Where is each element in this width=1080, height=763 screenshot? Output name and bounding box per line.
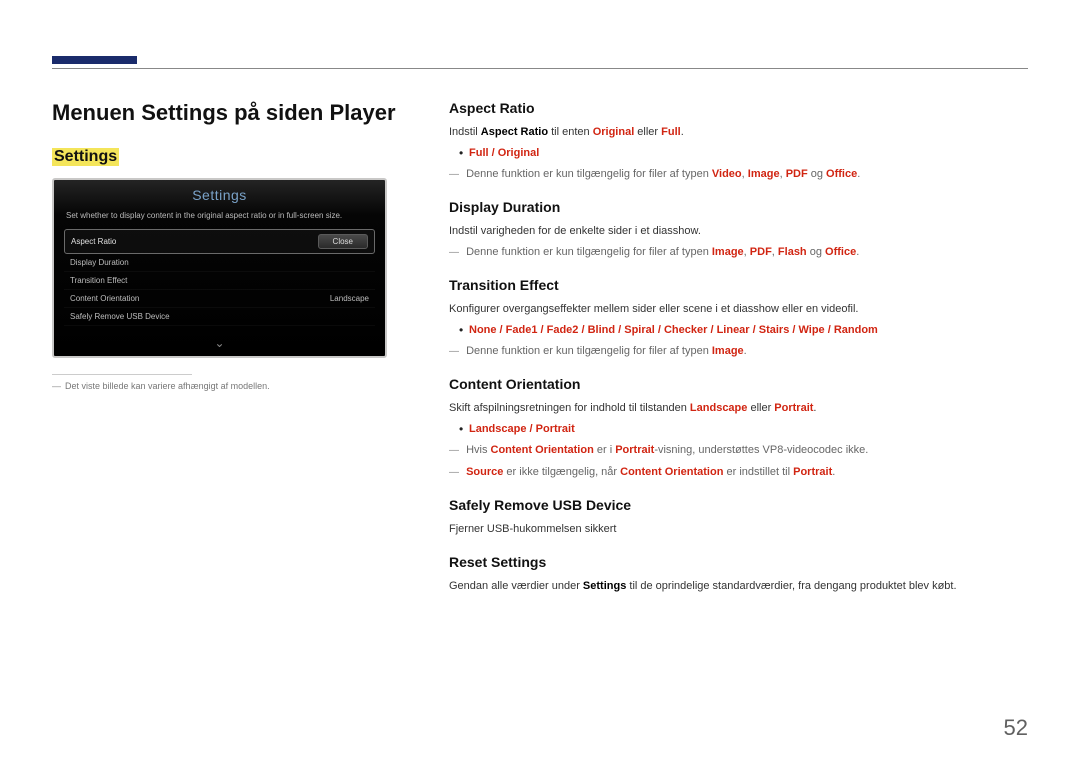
text: til enten: [548, 126, 593, 138]
display-duration-note: Denne funktion er kun tilgængelig for fi…: [449, 244, 1028, 261]
text: .: [681, 126, 684, 138]
text-red: Image: [712, 246, 744, 258]
transition-effect-bullet: None / Fade1 / Fade2 / Blind / Spiral / …: [449, 322, 1028, 339]
text: Indstil: [449, 126, 481, 138]
display-duration-paragraph: Indstil varigheden for de enkelte sider …: [449, 223, 1028, 240]
transition-effect-paragraph: Konfigurer overgangseffekter mellem side…: [449, 301, 1028, 318]
content-orientation-note-2: Source er ikke tilgængelig, når Content …: [449, 464, 1028, 481]
text: .: [813, 402, 816, 414]
text-bold: Aspect Ratio: [481, 126, 548, 138]
right-column: Aspect Ratio Indstil Aspect Ratio til en…: [449, 100, 1028, 599]
content-orientation-paragraph: Skift afspilningsretningen for indhold t…: [449, 400, 1028, 417]
text: og: [808, 168, 826, 180]
close-button[interactable]: Close: [318, 234, 368, 249]
text-red: None / Fade1 / Fade2 / Blind / Spiral / …: [469, 324, 878, 336]
text: eller: [634, 126, 661, 138]
section-head-transition-effect: Transition Effect: [449, 277, 1028, 293]
page-accent-mark: [52, 56, 137, 64]
text-red: Image: [712, 345, 744, 357]
aspect-ratio-bullet: Full / Original: [449, 145, 1028, 162]
text-red: PDF: [786, 168, 808, 180]
text-red: Image: [748, 168, 780, 180]
screenshot-row-transition-effect[interactable]: Transition Effect: [64, 272, 375, 290]
screenshot-subtext: Set whether to display content in the or…: [54, 211, 385, 229]
text-red: Full / Original: [469, 147, 539, 159]
section-head-content-orientation: Content Orientation: [449, 376, 1028, 392]
screenshot-row-label: Aspect Ratio: [71, 237, 116, 246]
text: eller: [747, 402, 774, 414]
text-red: Landscape: [690, 402, 747, 414]
screenshot-row-content-orientation[interactable]: Content Orientation Landscape: [64, 290, 375, 308]
screenshot-row-label: Display Duration: [70, 258, 129, 267]
aspect-ratio-paragraph: Indstil Aspect Ratio til enten Original …: [449, 124, 1028, 141]
text-red: Portrait: [774, 402, 813, 414]
caption-divider: [52, 374, 192, 375]
text-red: Portrait: [793, 466, 832, 478]
text-red: Original: [593, 126, 635, 138]
text: er ikke tilgængelig, når: [503, 466, 620, 478]
screenshot-row-label: Content Orientation: [70, 294, 139, 303]
text: Gendan alle værdier under: [449, 580, 583, 592]
text-red: Office: [825, 246, 856, 258]
text: Denne funktion er kun tilgængelig for fi…: [466, 345, 712, 357]
text-red: Content Orientation: [491, 444, 594, 456]
text-red: Source: [466, 466, 503, 478]
page-number: 52: [1004, 715, 1028, 741]
safely-remove-paragraph: Fjerner USB-hukommelsen sikkert: [449, 521, 1028, 538]
section-head-reset-settings: Reset Settings: [449, 554, 1028, 570]
text-red: Flash: [778, 246, 807, 258]
section-head-display-duration: Display Duration: [449, 199, 1028, 215]
transition-effect-note: Denne funktion er kun tilgængelig for fi…: [449, 343, 1028, 360]
text: Skift afspilningsretningen for indhold t…: [449, 402, 690, 414]
text: Hvis: [466, 444, 490, 456]
chevron-down-icon[interactable]: ⌄: [54, 336, 385, 350]
screenshot-row-display-duration[interactable]: Display Duration: [64, 254, 375, 272]
text-red: Office: [826, 168, 857, 180]
text: -visning, understøttes VP8-videocodec ik…: [654, 444, 868, 456]
text: .: [832, 466, 835, 478]
screenshot-row-label: Transition Effect: [70, 276, 127, 285]
screenshot-caption: Det viste billede kan variere afhængigt …: [52, 381, 422, 391]
settings-highlight-label: Settings: [52, 148, 119, 166]
text: Denne funktion er kun tilgængelig for fi…: [466, 246, 712, 258]
text: er indstillet til: [723, 466, 793, 478]
text-red: PDF: [750, 246, 772, 258]
text-red: Video: [712, 168, 742, 180]
text: .: [857, 168, 860, 180]
screenshot-menu-list: Aspect Ratio Close Display Duration Tran…: [54, 229, 385, 326]
text-red: Portrait: [615, 444, 654, 456]
text-red: Full: [661, 126, 681, 138]
text: Denne funktion er kun tilgængelig for fi…: [466, 168, 712, 180]
text-bold: Settings: [583, 580, 626, 592]
screenshot-title: Settings: [54, 180, 385, 211]
aspect-ratio-note: Denne funktion er kun tilgængelig for fi…: [449, 166, 1028, 183]
text: er i: [594, 444, 615, 456]
text: .: [744, 345, 747, 357]
settings-screenshot-panel: Settings Set whether to display content …: [52, 178, 387, 358]
reset-settings-paragraph: Gendan alle værdier under Settings til d…: [449, 578, 1028, 595]
text: .: [856, 246, 859, 258]
section-head-safely-remove: Safely Remove USB Device: [449, 497, 1028, 513]
screenshot-row-label: Safely Remove USB Device: [70, 312, 170, 321]
screenshot-row-value: Landscape: [330, 294, 369, 303]
text: til de oprindelige standardværdier, fra …: [626, 580, 956, 592]
text-red: Landscape / Portrait: [469, 423, 575, 435]
top-divider: [52, 68, 1028, 69]
screenshot-row-safely-remove[interactable]: Safely Remove USB Device: [64, 308, 375, 326]
text-red: Content Orientation: [620, 466, 723, 478]
content-orientation-bullet: Landscape / Portrait: [449, 421, 1028, 438]
left-column: Menuen Settings på siden Player Settings…: [52, 100, 422, 391]
screenshot-row-aspect-ratio[interactable]: Aspect Ratio Close: [64, 229, 375, 254]
section-head-aspect-ratio: Aspect Ratio: [449, 100, 1028, 116]
page-title: Menuen Settings på siden Player: [52, 100, 422, 126]
content-orientation-note-1: Hvis Content Orientation er i Portrait-v…: [449, 442, 1028, 459]
text: og: [807, 246, 825, 258]
